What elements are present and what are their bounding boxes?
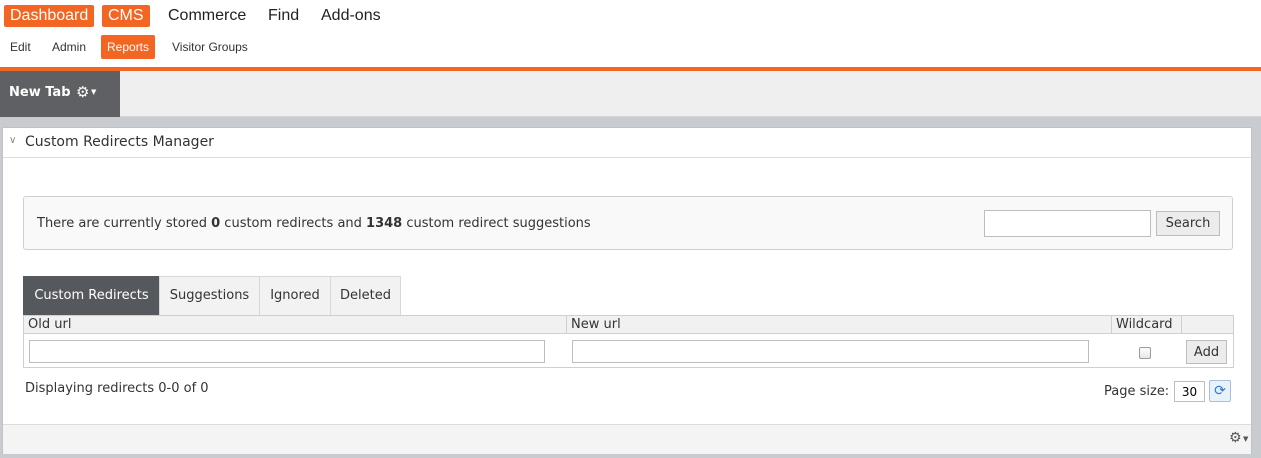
tab-suggestions[interactable]: Suggestions [159,276,260,315]
search-input[interactable] [984,210,1151,237]
nav-commerce[interactable]: Commerce [162,5,252,27]
caret-down-icon[interactable]: ▼ [91,88,96,96]
sub-navigation: Edit Admin Reports Visitor Groups [0,34,1261,60]
displaying-count: Displaying redirects 0-0 of 0 [25,381,209,396]
nav-add-ons[interactable]: Add-ons [315,5,387,27]
column-wildcard: Wildcard [1112,316,1182,334]
custom-redirects-gadget: ∨ Custom Redirects Manager There are cur… [2,127,1252,454]
subnav-visitor-groups[interactable]: Visitor Groups [166,35,254,59]
chevron-down-icon[interactable]: ∨ [9,135,16,146]
table-row: Add [24,334,1233,368]
suggestion-count: 1348 [366,216,403,231]
top-navigation: Dashboard CMS Commerce Find Add-ons [0,0,1261,32]
redirects-table: Old url New url Wildcard Add [23,315,1234,368]
wildcard-checkbox[interactable] [1139,347,1151,359]
gear-icon[interactable]: ⚙ [1229,430,1242,446]
gadget-header[interactable]: ∨ Custom Redirects Manager [3,128,1251,158]
search-button[interactable]: Search [1156,211,1220,236]
summary-box: There are currently stored 0 custom redi… [23,196,1233,250]
refresh-icon[interactable]: ⟳ [1209,380,1231,402]
caret-down-icon[interactable]: ▼ [1243,435,1248,443]
add-button[interactable]: Add [1186,340,1227,364]
gadget-title: Custom Redirects Manager [25,134,214,150]
nav-find[interactable]: Find [262,5,305,27]
page-size-input[interactable] [1174,381,1205,402]
subnav-reports[interactable]: Reports [101,35,156,59]
old-url-input[interactable] [29,340,545,363]
tab-deleted[interactable]: Deleted [330,276,401,315]
summary-text: There are currently stored 0 custom redi… [37,216,591,231]
tab-ignored[interactable]: Ignored [259,276,331,315]
tab-label: New Tab [9,85,71,100]
nav-dashboard[interactable]: Dashboard [4,5,95,27]
nav-cms[interactable]: CMS [102,5,150,27]
column-actions [1182,316,1234,334]
table-header: Old url New url Wildcard [24,316,1233,334]
column-old-url: Old url [24,316,567,334]
gear-icon[interactable]: ⚙ [76,83,89,101]
workspace: ∨ Custom Redirects Manager There are cur… [0,117,1261,458]
dashboard-tab-new-tab[interactable]: New Tab ⚙ ▼ [0,71,120,117]
new-url-input[interactable] [572,340,1089,363]
column-new-url: New url [567,316,1112,334]
page-size-label: Page size: [1104,384,1170,399]
dashboard-tab-strip: New Tab ⚙ ▼ [0,71,1261,117]
gadget-footer: ⚙ ▼ [3,424,1251,454]
subnav-admin[interactable]: Admin [46,35,92,59]
subnav-edit[interactable]: Edit [4,35,37,59]
redirect-count: 0 [211,216,221,231]
tab-custom-redirects[interactable]: Custom Redirects [23,276,160,315]
